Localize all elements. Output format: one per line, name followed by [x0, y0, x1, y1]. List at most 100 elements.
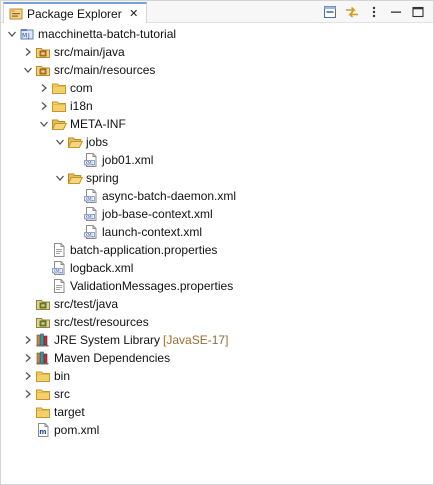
tree-item-spring[interactable]: spring [1, 169, 433, 187]
tree-item-logback-xml[interactable]: XML logback.xml [1, 259, 433, 277]
view-toolbar [319, 3, 429, 21]
xml-file-icon: XML [83, 206, 99, 222]
chevron-down-icon[interactable] [37, 115, 51, 133]
tree-item-macchinetta-batch-tutorial[interactable]: M Jmacchinetta-batch-tutorial [1, 25, 433, 43]
chevron-right-icon[interactable] [21, 331, 35, 349]
chevron-down-icon[interactable] [53, 133, 67, 151]
tree-item-label: Maven Dependencies [54, 351, 171, 365]
tree-item-validationmessages-properties[interactable]: ValidationMessages.properties [1, 277, 433, 295]
svg-text:m: m [39, 428, 46, 436]
chevron-down-icon[interactable] [53, 169, 67, 187]
library-icon [35, 332, 51, 348]
tree-item-label: jobs [86, 135, 109, 149]
minimize-icon [391, 11, 401, 13]
folder-icon [35, 404, 51, 420]
tree-item-label: bin [54, 369, 71, 383]
tree-item-label: logback.xml [70, 261, 134, 275]
package-explorer-view: Package Explorer ✕ M J macchinetta-batch… [0, 0, 434, 485]
source-folder-icon [35, 44, 51, 60]
tree-item-job01-xml[interactable]: XML job01.xml [1, 151, 433, 169]
tab-package-explorer[interactable]: Package Explorer ✕ [3, 2, 147, 23]
tree-item-label: JRE System Library [54, 333, 161, 347]
tree-item-com[interactable]: com [1, 79, 433, 97]
chevron-right-icon[interactable] [21, 43, 35, 61]
tree-item-label: src/main/java [54, 45, 125, 59]
tree-item-pom-xml[interactable]: m pom.xml [1, 421, 433, 439]
tree-item-src-main-java[interactable]: src/main/java [1, 43, 433, 61]
tree-item-label: launch-context.xml [102, 225, 203, 239]
xml-file-icon: XML [83, 152, 99, 168]
tree-item-src-test-java[interactable]: src/test/java [1, 295, 433, 313]
tree-item-label: i18n [70, 99, 93, 113]
tree-item-job-base-context-xml[interactable]: XML job-base-context.xml [1, 205, 433, 223]
tree-item-decoration: [JavaSE-17] [163, 333, 229, 347]
folder-icon [51, 98, 67, 114]
svg-text:XML: XML [53, 268, 62, 273]
folder-icon [35, 368, 51, 384]
tree-item-meta-inf[interactable]: META-INF [1, 115, 433, 133]
chevron-down-icon[interactable] [5, 25, 19, 43]
chevron-right-icon[interactable] [37, 97, 51, 115]
tree-item-label: pom.xml [54, 423, 100, 437]
view-menu-icon [372, 6, 376, 18]
test-source-folder-icon [35, 314, 51, 330]
chevron-down-icon[interactable] [21, 61, 35, 79]
chevron-right-icon[interactable] [37, 79, 51, 97]
tree-item-async-batch-daemon-xml[interactable]: XML async-batch-daemon.xml [1, 187, 433, 205]
tree-item-label: src [54, 387, 70, 401]
source-folder-icon [35, 62, 51, 78]
folder-icon [35, 386, 51, 402]
tree-item-label: macchinetta-batch-tutorial [38, 27, 177, 41]
maximize-icon [412, 6, 424, 18]
link-with-editor-button[interactable] [341, 3, 363, 21]
svg-text:M: M [22, 33, 27, 40]
svg-text:XML: XML [85, 232, 94, 237]
tree-item-target[interactable]: target [1, 403, 433, 421]
link-with-editor-icon [346, 6, 358, 18]
chevron-right-icon[interactable] [21, 385, 35, 403]
tree-item-src[interactable]: src [1, 385, 433, 403]
svg-text:XML: XML [85, 160, 94, 165]
maximize-button[interactable] [407, 3, 429, 21]
tree-item-label: ValidationMessages.properties [70, 279, 234, 293]
tree-item-launch-context-xml[interactable]: XML launch-context.xml [1, 223, 433, 241]
tree-item-jobs[interactable]: jobs [1, 133, 433, 151]
xml-file-icon: XML [83, 224, 99, 240]
view-header: Package Explorer ✕ [1, 1, 433, 23]
folder-open-icon [51, 116, 67, 132]
tree-item-batch-application-properties[interactable]: batch-application.properties [1, 241, 433, 259]
tree-item-src-main-resources[interactable]: src/main/resources [1, 61, 433, 79]
collapse-all-icon [324, 6, 336, 18]
chevron-right-icon[interactable] [21, 349, 35, 367]
tree-item-label: job01.xml [102, 153, 154, 167]
folder-icon [51, 80, 67, 96]
chevron-right-icon[interactable] [21, 367, 35, 385]
minimize-button[interactable] [385, 3, 407, 21]
maven-project-icon: MJ [19, 26, 35, 42]
library-icon [35, 350, 51, 366]
tree-item-bin[interactable]: bin [1, 367, 433, 385]
tree-item-maven-dependencies[interactable]: Maven Dependencies [1, 349, 433, 367]
svg-text:J: J [27, 33, 30, 40]
tree-item-label: META-INF [70, 117, 126, 131]
project-tree: M Jmacchinetta-batch-tutorial src/main/jav… [1, 25, 433, 439]
view-menu-button[interactable] [363, 3, 385, 21]
tree-item-i18n[interactable]: i18n [1, 97, 433, 115]
tree-item-jre-system-library[interactable]: JRE System Library [JavaSE-17] [1, 331, 433, 349]
tree-item-label: job-base-context.xml [102, 207, 213, 221]
tree-item-label: target [54, 405, 85, 419]
collapse-all-button[interactable] [319, 3, 341, 21]
tree-item-label: com [70, 81, 93, 95]
close-icon[interactable]: ✕ [128, 7, 140, 20]
tree-item-src-test-resources[interactable]: src/test/resources [1, 313, 433, 331]
folder-open-icon [67, 134, 83, 150]
tree-item-label: src/test/java [54, 297, 119, 311]
